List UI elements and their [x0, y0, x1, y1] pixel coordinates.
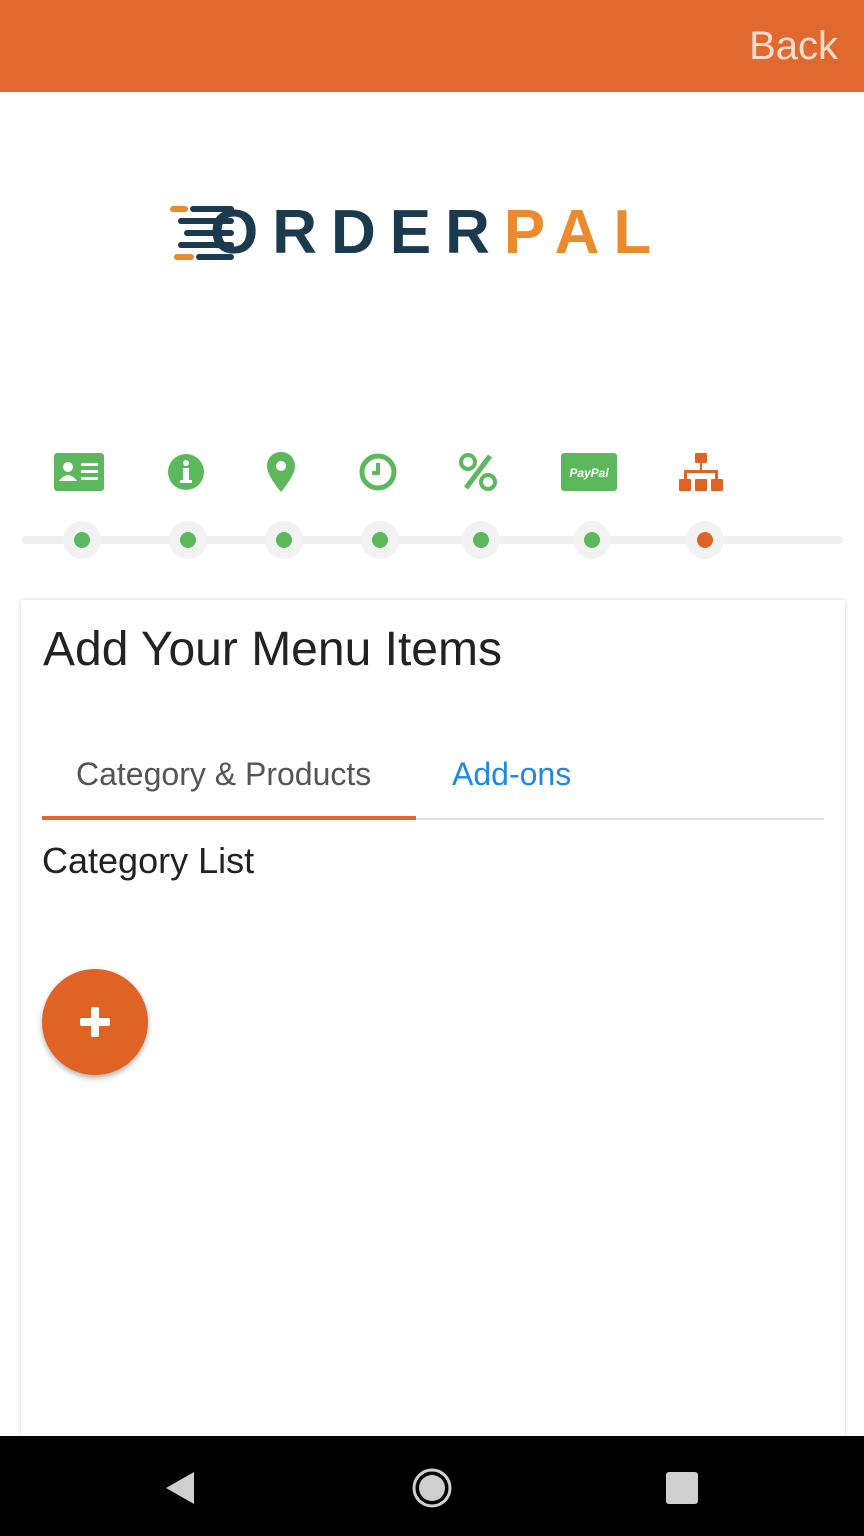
step-dot-complete — [372, 532, 388, 548]
step-dot-6[interactable] — [573, 521, 611, 559]
logo-text: ORDERPAL — [210, 202, 665, 264]
nav-back-icon[interactable] — [158, 1466, 202, 1510]
id-card-icon[interactable] — [54, 450, 104, 494]
step-dot-current — [697, 532, 713, 548]
step-dot-2[interactable] — [169, 521, 207, 559]
paypal-icon-label: PayPal — [569, 466, 609, 480]
step-dot-complete — [180, 532, 196, 548]
app-header: Back — [0, 0, 864, 92]
step-dot-complete — [473, 532, 489, 548]
clock-icon[interactable] — [358, 450, 398, 494]
category-list-heading: Category List — [42, 840, 255, 881]
active-tab-indicator — [42, 816, 416, 820]
step-dot-5[interactable] — [462, 521, 500, 559]
step-dot-7[interactable] — [686, 521, 724, 559]
tab-category-products[interactable]: Category & Products — [76, 756, 371, 793]
nav-recents-icon[interactable] — [662, 1466, 706, 1510]
add-category-button[interactable] — [42, 969, 148, 1075]
tab-bar: Category & Products Add-ons — [42, 746, 824, 820]
back-button[interactable]: Back — [749, 24, 838, 69]
step-dot-3[interactable] — [265, 521, 303, 559]
step-icons-row: PayPal — [0, 450, 864, 498]
system-nav-bar — [0, 1436, 864, 1536]
step-dot-1[interactable] — [63, 521, 101, 559]
paypal-icon[interactable]: PayPal — [560, 450, 618, 494]
nav-home-icon[interactable] — [410, 1466, 454, 1510]
step-dot-complete — [584, 532, 600, 548]
step-dot-4[interactable] — [361, 521, 399, 559]
plus-icon — [80, 1007, 110, 1037]
logo-text-order: ORDER — [210, 198, 504, 267]
percent-icon[interactable] — [458, 450, 498, 494]
menu-items-card: Add Your Menu Items Category & Products … — [21, 600, 845, 1436]
sitemap-icon[interactable] — [678, 450, 724, 494]
logo-text-pal: PAL — [503, 198, 666, 267]
orderpal-logo: ORDERPAL — [170, 200, 700, 266]
page-title: Add Your Menu Items — [43, 623, 502, 676]
location-pin-icon[interactable] — [266, 450, 296, 494]
step-dot-complete — [276, 532, 292, 548]
step-dot-complete — [74, 532, 90, 548]
info-icon[interactable] — [166, 450, 206, 494]
tab-add-ons[interactable]: Add-ons — [452, 756, 571, 793]
